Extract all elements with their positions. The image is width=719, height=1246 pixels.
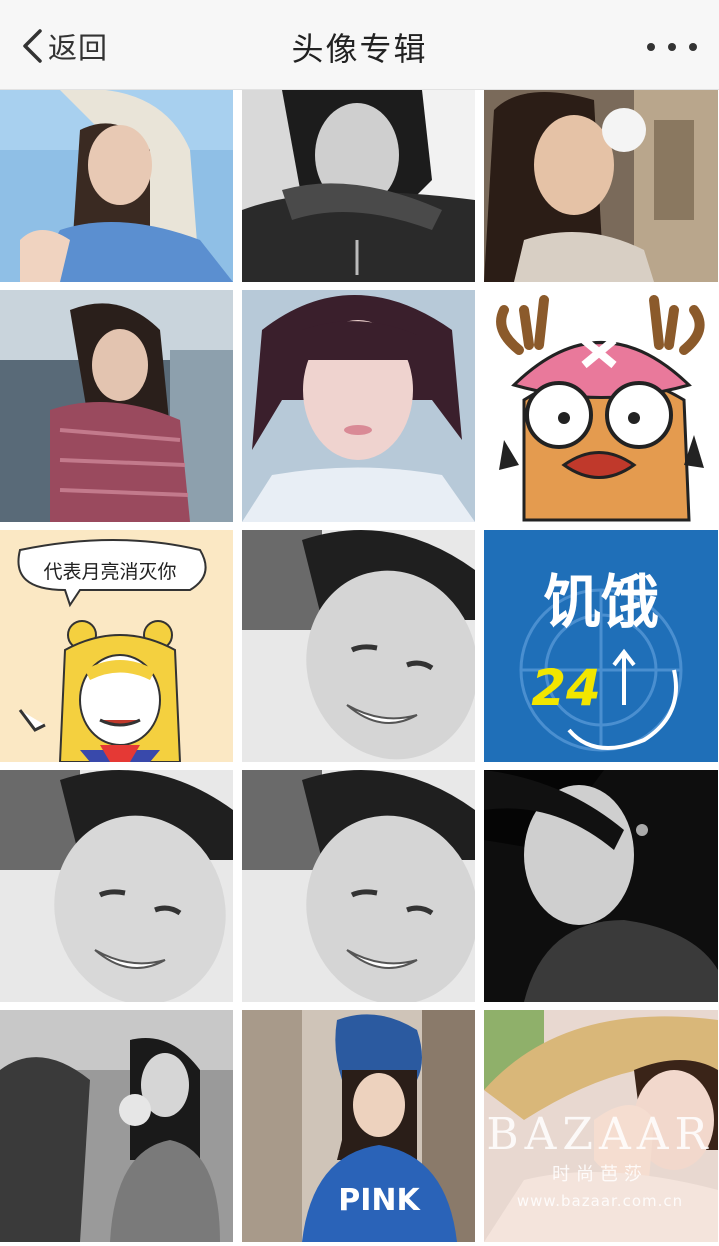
- more-dots-icon[interactable]: [647, 30, 697, 64]
- hunger-title: 饥饿: [543, 568, 659, 636]
- photo-thumbnail[interactable]: [242, 530, 475, 762]
- hunger-number: 24: [531, 659, 601, 717]
- photo-thumbnail[interactable]: PINK: [242, 1010, 475, 1242]
- photo-thumbnail[interactable]: [242, 770, 475, 1002]
- photo-thumbnail[interactable]: [242, 90, 475, 282]
- avatar-grid: 代表月亮消灭你 饥饿 24 PINK: [0, 90, 719, 1246]
- nav-bar: 返回 头像专辑: [0, 0, 719, 90]
- photo-thumbnail[interactable]: [484, 770, 718, 1002]
- sticker-text: 代表月亮消灭你: [43, 561, 176, 583]
- sticker-sailor-moon[interactable]: 代表月亮消灭你: [0, 530, 233, 762]
- photo-thumbnail[interactable]: [0, 290, 233, 522]
- page-title: 头像专辑: [291, 30, 428, 68]
- photo-thumbnail[interactable]: [0, 90, 233, 282]
- sticker-chopper[interactable]: [484, 290, 718, 522]
- pink-text: PINK: [338, 1183, 421, 1218]
- hunger-24-logo[interactable]: 饥饿 24: [484, 530, 718, 762]
- photo-thumbnail[interactable]: [484, 1010, 718, 1242]
- photo-thumbnail[interactable]: [242, 290, 475, 522]
- photo-thumbnail[interactable]: [0, 770, 233, 1002]
- photo-thumbnail[interactable]: [484, 90, 718, 282]
- photo-thumbnail[interactable]: [0, 1010, 233, 1242]
